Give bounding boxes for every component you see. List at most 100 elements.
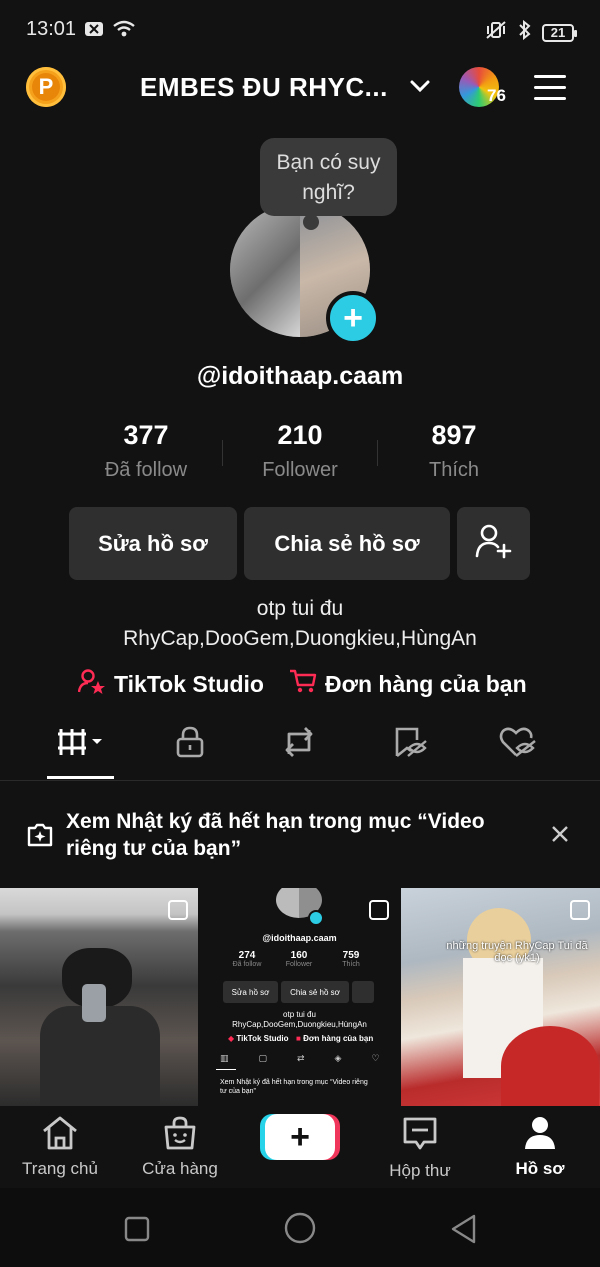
- mini-stat-value: 759: [342, 950, 360, 961]
- mini-cart-icon: ■: [296, 1034, 304, 1043]
- expired-diary-notice[interactable]: Xem Nhật ký đã hết hạn trong mục “Video …: [0, 790, 600, 886]
- mini-stat: 274 Đã follow: [222, 950, 272, 968]
- tab-favorites[interactable]: [370, 726, 450, 776]
- stat-value: 377: [123, 420, 169, 450]
- stat-followers[interactable]: 210 Follower: [225, 420, 375, 482]
- mini-studio-label: TikTok Studio: [236, 1034, 289, 1043]
- notice-text: Xem Nhật ký đã hết hạn trong mục “Video …: [66, 810, 485, 860]
- mini-tab-icons: ▥▢⇄◈♡: [220, 1053, 399, 1063]
- sparkle-camera-icon: [26, 822, 54, 853]
- nav-home[interactable]: Trang chủ: [0, 1116, 120, 1179]
- mini-orders: ■ Đơn hàng của bạn: [296, 1034, 373, 1043]
- bluetooth-icon: [518, 19, 532, 45]
- stat-value: 897: [431, 420, 477, 450]
- stat-following[interactable]: 377 Đã follow: [71, 420, 221, 482]
- mini-add-user-icon: [352, 981, 374, 1003]
- stat-label: Đã follow: [104, 459, 188, 481]
- story-count-badge: 76: [487, 86, 506, 105]
- nav-inbox[interactable]: Hộp thư: [360, 1116, 480, 1181]
- mini-tab-underline: [216, 1069, 236, 1070]
- mini-stat-value: 160: [290, 950, 308, 961]
- shopping-bag-icon: [162, 1116, 198, 1154]
- cart-icon: [289, 668, 317, 700]
- nav-shop[interactable]: Cửa hàng: [120, 1116, 240, 1179]
- repost-icon: [281, 726, 317, 763]
- profile-icon: [523, 1117, 557, 1154]
- mini-stat-label: Đã follow: [232, 961, 262, 968]
- status-time: 13:01: [26, 18, 77, 40]
- mini-notice: Xem Nhật ký đã hết hạn trong mục “Video …: [220, 1079, 368, 1095]
- stat-divider: [377, 440, 378, 466]
- avatar-photo-left: [230, 203, 300, 337]
- bookmark-hidden-icon: [393, 726, 427, 763]
- inbox-icon: [402, 1117, 438, 1156]
- lock-icon: [175, 726, 205, 763]
- tab-reposts[interactable]: [259, 726, 339, 776]
- nav-home-label: Trang chủ: [22, 1159, 98, 1178]
- video-thumbnail-3[interactable]: những truyện RhyCap Tui đã đọc (yk1): [401, 888, 600, 1106]
- orders-link[interactable]: Đơn hàng của bạn: [289, 668, 527, 700]
- recent-apps-icon[interactable]: [124, 1216, 150, 1247]
- nav-shop-label: Cửa hàng: [142, 1159, 218, 1178]
- stat-likes[interactable]: 897 Thích: [379, 420, 529, 482]
- create-video-button[interactable]: +: [265, 1114, 335, 1160]
- thumb-red-hair: [501, 1026, 599, 1106]
- x-notification-icon: [84, 21, 104, 42]
- mini-bio-1: otp tui đu: [283, 1010, 316, 1019]
- nav-profile[interactable]: Hồ sơ: [480, 1116, 600, 1179]
- bio-line-2: RhyCap,DooGem,Duongkieu,HùngAn: [123, 627, 477, 650]
- close-icon[interactable]: [550, 824, 570, 849]
- mini-stat: 160 Follower: [274, 950, 324, 968]
- system-nav-bar: [0, 1188, 600, 1267]
- home-icon: [41, 1116, 79, 1154]
- stat-divider: [222, 440, 223, 466]
- tabs-divider: [0, 780, 600, 781]
- menu-icon[interactable]: [534, 75, 566, 108]
- edit-profile-button[interactable]: Sửa hồ sơ: [69, 507, 237, 580]
- status-bar: 13:01 21: [0, 0, 600, 62]
- share-profile-button[interactable]: Chia sẻ hồ sơ: [244, 507, 450, 580]
- add-story-button[interactable]: +: [326, 291, 380, 345]
- account-switcher[interactable]: EMBES ĐU RHYC...: [140, 72, 388, 103]
- wifi-icon: [112, 20, 136, 43]
- multi-photo-icon: [369, 900, 389, 920]
- tab-private[interactable]: [150, 726, 230, 776]
- nav-profile-label: Hồ sơ: [515, 1159, 565, 1178]
- add-friend-button[interactable]: [457, 507, 530, 580]
- home-circle-icon[interactable]: [284, 1212, 316, 1249]
- back-triangle-icon[interactable]: [450, 1214, 478, 1249]
- stat-label: Follower: [262, 459, 338, 481]
- coins-button[interactable]: P: [26, 67, 66, 107]
- video-thumbnail-2[interactable]: @idoithaap.caam 274 Đã follow 160 Follow…: [200, 888, 399, 1106]
- tab-liked[interactable]: [478, 726, 558, 776]
- tiktok-studio-link[interactable]: TikTok Studio: [77, 668, 264, 700]
- vibrate-icon: [484, 20, 508, 45]
- nav-inbox-label: Hộp thư: [389, 1161, 451, 1180]
- add-user-icon: [475, 523, 513, 565]
- video-thumbnail-1[interactable]: [0, 888, 198, 1106]
- tiktok-studio-label: TikTok Studio: [114, 670, 264, 697]
- studio-user-star-icon: [77, 668, 106, 700]
- mini-plus-icon: [308, 910, 324, 926]
- mini-edit-button: Sửa hồ sơ: [223, 981, 278, 1003]
- multi-photo-icon: [168, 900, 188, 920]
- thumb-caption: những truyện RhyCap Tui đã đọc (yk1): [446, 940, 588, 964]
- profile-handle: @idoithaap.caam: [196, 362, 404, 390]
- orders-label: Đơn hàng của bạn: [325, 670, 527, 697]
- stat-value: 210: [277, 420, 323, 450]
- mini-stat-value: 274: [238, 950, 256, 961]
- stat-label: Thích: [428, 459, 480, 481]
- thought-bubble[interactable]: Bạn có suy nghĩ?: [260, 138, 397, 216]
- tab-videos[interactable]: [41, 726, 121, 776]
- thought-bubble-tail: [303, 214, 319, 230]
- grid-menu-icon: [56, 726, 106, 763]
- mini-stat-label: Follower: [285, 961, 313, 968]
- bio-line-1: otp tui đu: [256, 597, 344, 620]
- mini-bio-2: RhyCap,DooGem,Duongkieu,HùngAn: [232, 1020, 367, 1029]
- chevron-down-icon[interactable]: [408, 74, 432, 103]
- battery-indicator: 21: [542, 23, 577, 42]
- multi-photo-icon: [570, 900, 590, 920]
- active-tab-indicator: [47, 776, 114, 779]
- mini-orders-label: Đơn hàng của bạn: [303, 1034, 374, 1043]
- heart-hidden-icon: [499, 726, 537, 763]
